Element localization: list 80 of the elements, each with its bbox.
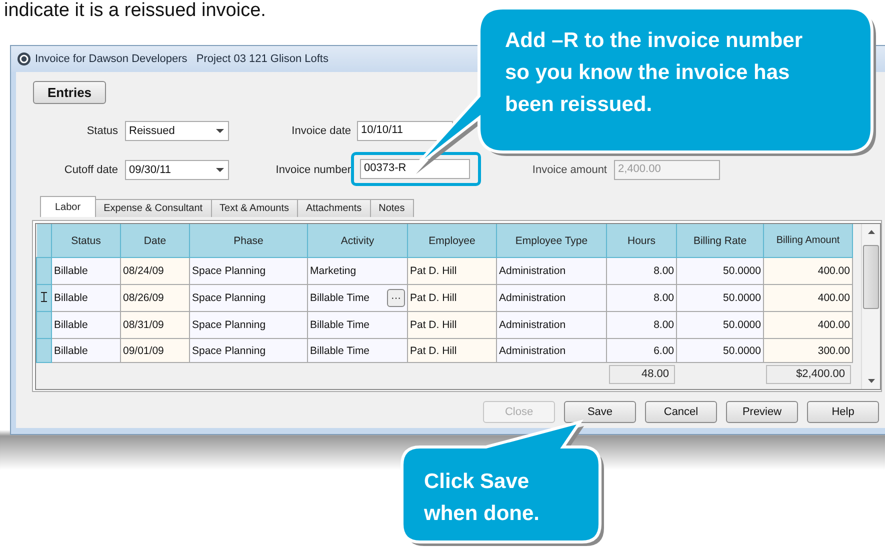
table-cell: 6.00 [654, 345, 674, 357]
column-header[interactable]: Hours [606, 224, 676, 258]
ellipsis-button[interactable]: ··· [387, 289, 405, 307]
total-amount-cell: $2,400.00 [766, 365, 851, 384]
field-label: Invoice date [290, 125, 351, 137]
table-cell: 8.00 [654, 265, 674, 277]
table-cell: 09/01/09 [123, 345, 164, 357]
cutoff-date-dropdown[interactable]: 09/30/11 [125, 160, 229, 180]
status-dropdown[interactable]: Reissued [125, 121, 229, 141]
tab[interactable]: Expense & Consultant [94, 199, 212, 217]
text-cursor-icon [41, 292, 47, 302]
column-header[interactable]: Employee [408, 224, 496, 258]
table-cell: Pat D. Hill [410, 292, 457, 304]
table-cell: Billable [54, 292, 88, 304]
table-cell: Billable Time [310, 319, 370, 331]
column-header[interactable]: Date [120, 224, 190, 258]
dropdown-arrow-icon [216, 168, 224, 172]
entries-button[interactable]: Entries [33, 81, 106, 104]
field-label: Invoice amount [531, 164, 607, 176]
dialog-button[interactable]: Help [807, 401, 879, 423]
column-header[interactable]: Employee Type [496, 224, 606, 258]
column-header[interactable]: Status [52, 224, 120, 258]
scroll-up-icon [868, 230, 874, 234]
callout-text: Add –R to the invoice number so you know the invoice has been reissued. [505, 28, 804, 118]
table-cell: 08/31/09 [123, 319, 164, 331]
tab[interactable]: Labor [40, 196, 96, 217]
table-cell: Administration [499, 319, 566, 331]
scroll-down-icon [868, 379, 874, 383]
table-cell: 400.00 [818, 292, 850, 304]
table-cell: Pat D. Hill [410, 319, 457, 331]
table-cell: 08/24/09 [123, 265, 164, 277]
table-cell: Space Planning [192, 292, 266, 304]
field-label: Invoice number [274, 164, 351, 176]
scroll-thumb[interactable] [863, 244, 879, 308]
table-cell: Administration [499, 265, 566, 277]
dialog-button[interactable]: Save [564, 401, 636, 423]
column-header[interactable]: Billing Amount [764, 224, 852, 258]
field-label: Cutoff date [63, 164, 118, 176]
dropdown-arrow-icon [216, 129, 224, 133]
invoice-date-field[interactable]: 10/10/11 [357, 121, 453, 141]
table-cell: Space Planning [192, 345, 266, 357]
total-hours-cell: 48.00 [609, 365, 675, 384]
tab[interactable]: Text & Amounts [210, 199, 298, 217]
table-cell: Billable [54, 345, 88, 357]
table-cell: 50.0000 [723, 292, 761, 304]
table-cell: Billable Time [310, 345, 370, 357]
table-cell: Billable [54, 319, 88, 331]
field-label: Status [86, 125, 118, 137]
dialog-button[interactable]: Preview [726, 401, 798, 423]
tab[interactable]: Notes [370, 199, 414, 217]
callout-text: Click Save when done. [424, 469, 540, 527]
table-cell: Billable [54, 265, 88, 277]
app-icon [17, 52, 31, 66]
row-header[interactable] [36, 284, 52, 312]
table-cell: 50.0000 [723, 319, 761, 331]
tab[interactable]: Attachments [297, 199, 371, 217]
table-cell: 8.00 [654, 319, 674, 331]
column-header[interactable]: Phase [190, 224, 308, 258]
column-header[interactable]: Billing Rate [676, 224, 764, 258]
window-title: Invoice for Dawson Developers Project 03 121 Glison Lofts [35, 53, 328, 65]
table-cell: 400.00 [818, 265, 850, 277]
table-cell: Pat D. Hill [410, 345, 457, 357]
table-cell: Billable Time [310, 292, 370, 304]
table-cell: Administration [499, 345, 566, 357]
table-cell: 400.00 [818, 319, 850, 331]
vertical-scrollbar[interactable] [861, 224, 880, 389]
table-cell: Pat D. Hill [410, 265, 457, 277]
table-cell: 50.0000 [723, 345, 761, 357]
table-cell: 50.0000 [723, 265, 761, 277]
table-cell: 300.00 [818, 345, 850, 357]
table-cell: Administration [499, 292, 566, 304]
table-cell: Space Planning [192, 319, 266, 331]
table-cell: Marketing [310, 265, 356, 277]
table-cell: 8.00 [654, 292, 674, 304]
dialog-button[interactable]: Cancel [645, 401, 717, 423]
column-header[interactable]: Activity [308, 224, 408, 258]
instruction-text: indicate it is a reissued invoice. [4, 0, 266, 22]
table-cell: 08/26/09 [123, 292, 164, 304]
invoice-number-field[interactable]: 00373-R [351, 152, 481, 186]
table-cell: Space Planning [192, 265, 266, 277]
